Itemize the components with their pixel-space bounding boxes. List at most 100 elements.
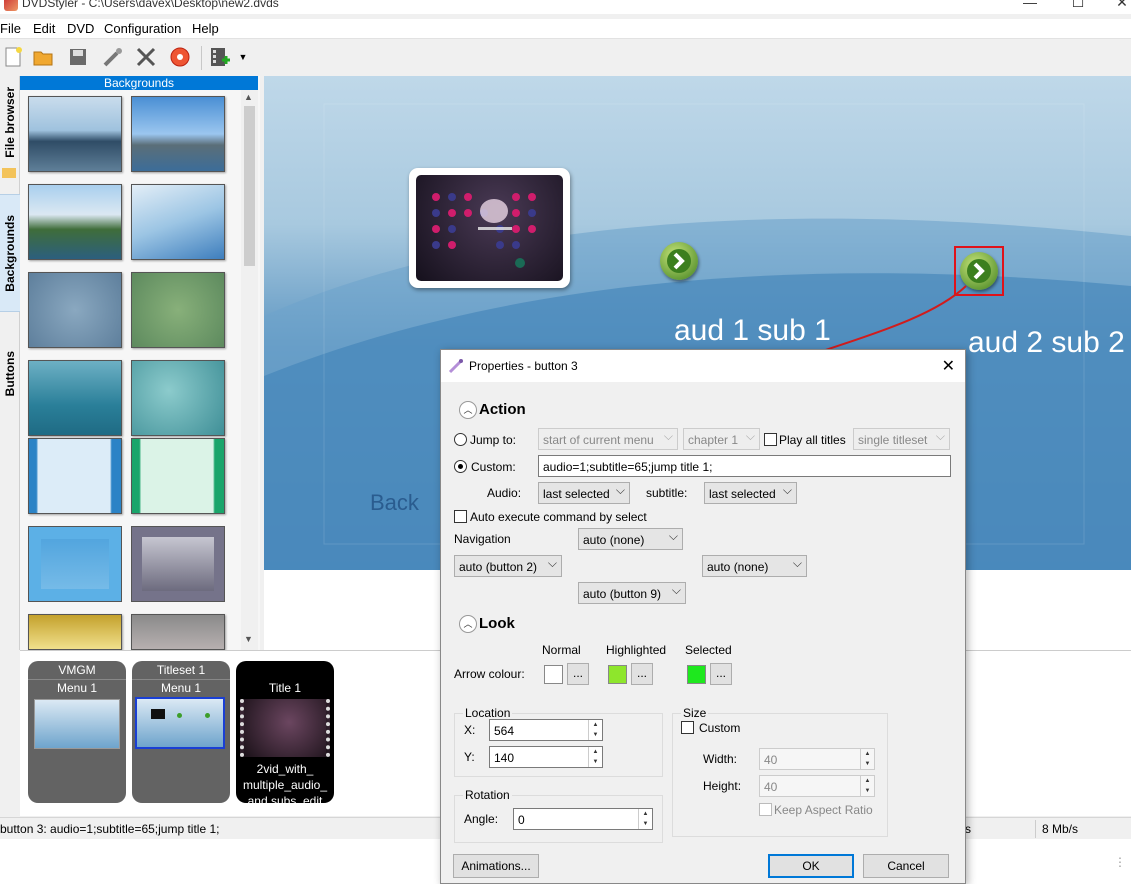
spin-up-icon[interactable]: ▲ (860, 749, 874, 759)
title-video-button[interactable] (409, 168, 570, 288)
burn-icon[interactable] (100, 44, 126, 70)
scrollbar-thumb[interactable] (244, 106, 255, 266)
spin-up-icon[interactable]: ▲ (588, 720, 602, 730)
collapse-look-icon[interactable]: ︿ (459, 615, 477, 633)
audio-select[interactable]: last selected (538, 482, 630, 504)
titleset-menu-thumbnail[interactable] (135, 697, 225, 749)
keep-aspect-checkbox[interactable] (759, 803, 772, 816)
nav-down-select[interactable]: auto (button 9) (578, 582, 686, 604)
titleset-mode-select[interactable]: single titleset (853, 428, 950, 450)
maximize-button[interactable]: ☐ (1068, 0, 1088, 11)
collapse-action-icon[interactable]: ︿ (459, 401, 477, 419)
background-thumbnail[interactable] (28, 96, 122, 172)
scroll-down-icon[interactable]: ▼ (244, 634, 253, 644)
menu-edit[interactable]: Edit (33, 21, 55, 36)
nav-left-select[interactable]: auto (button 2) (454, 555, 562, 577)
vmgm-group: VMGM Menu 1 (28, 661, 126, 803)
menu-dvd[interactable]: DVD (67, 21, 94, 36)
custom-radio[interactable] (454, 460, 467, 473)
custom-command-input[interactable]: audio=1;subtitle=65;jump title 1; (538, 455, 951, 477)
selected-colour-button[interactable]: ... (710, 663, 732, 685)
chevron-right-icon (667, 249, 691, 273)
toolbar-separator (201, 46, 202, 70)
title-bar: DVDStyler - C:\Users\davex\Desktop\new2.… (0, 0, 1131, 14)
width-spinner[interactable]: 40 ▲ ▼ (759, 748, 875, 770)
spin-down-icon[interactable]: ▼ (860, 759, 874, 769)
size-custom-checkbox[interactable] (681, 721, 694, 734)
menu-help[interactable]: Help (192, 21, 219, 36)
add-video-icon[interactable] (209, 44, 235, 70)
arrow-button-2[interactable] (660, 242, 698, 280)
button-label-1[interactable]: aud 1 sub 1 (674, 314, 831, 348)
menu-file[interactable]: File (0, 21, 21, 36)
rotation-label: Rotation (463, 788, 512, 802)
save-icon[interactable] (65, 44, 91, 70)
new-icon[interactable] (0, 44, 26, 70)
background-thumbnail[interactable] (131, 184, 225, 260)
background-thumbnail[interactable] (28, 360, 122, 436)
tab-buttons[interactable]: Buttons (0, 338, 20, 410)
spin-up-icon[interactable]: ▲ (638, 809, 652, 819)
ok-button[interactable]: OK (768, 854, 854, 878)
settings-icon[interactable] (133, 44, 159, 70)
menu-configuration[interactable]: Configuration (104, 21, 181, 36)
disc-icon[interactable] (167, 44, 193, 70)
angle-spinner[interactable]: 0 ▲ ▼ (513, 808, 653, 830)
minimize-button[interactable]: — (1020, 0, 1040, 10)
spin-down-icon[interactable]: ▼ (860, 786, 874, 796)
play-all-titles-checkbox[interactable] (764, 433, 777, 446)
background-thumbnail[interactable] (131, 614, 225, 650)
background-thumbnail[interactable] (131, 360, 225, 436)
background-thumbnail[interactable] (131, 526, 225, 602)
backgrounds-panel: Backgrounds (20, 76, 260, 650)
size-custom-label: Custom (699, 721, 741, 735)
background-thumbnail[interactable] (28, 272, 122, 348)
arrow-button-3[interactable] (960, 252, 998, 290)
background-thumbnail[interactable] (28, 614, 122, 650)
background-thumbnail[interactable] (28, 184, 122, 260)
height-spinner[interactable]: 40 ▲ ▼ (759, 775, 875, 797)
tab-buttons-label: Buttons (3, 351, 17, 397)
angle-label: Angle: (464, 812, 499, 826)
normal-colour-button[interactable]: ... (567, 663, 589, 685)
open-icon[interactable] (30, 44, 56, 70)
animations-button[interactable]: Animations... (453, 854, 539, 878)
nav-up-select[interactable]: auto (none) (578, 528, 683, 550)
y-spinner[interactable]: 140 ▲ ▼ (489, 746, 603, 768)
spin-down-icon[interactable]: ▼ (638, 819, 652, 829)
back-button-label[interactable]: Back (370, 490, 419, 516)
background-thumbnail[interactable] (131, 96, 225, 172)
dialog-close-icon[interactable]: ✕ (942, 356, 955, 376)
background-thumbnail[interactable] (131, 438, 225, 514)
navigation-label: Navigation (454, 532, 511, 546)
jump-to-radio[interactable] (454, 433, 467, 446)
background-thumbnail[interactable] (131, 272, 225, 348)
backgrounds-scrollbar[interactable]: ▲ ▼ (241, 90, 258, 650)
background-thumbnail[interactable] (28, 438, 122, 514)
height-value: 40 (764, 780, 778, 794)
nav-right-select[interactable]: auto (none) (702, 555, 807, 577)
spin-down-icon[interactable]: ▼ (588, 730, 602, 740)
subtitle-select[interactable]: last selected (704, 482, 797, 504)
menu-bar: File Edit DVD Configuration Help (0, 19, 1131, 39)
background-thumbnail[interactable] (28, 526, 122, 602)
jump-target-select[interactable]: start of current menu (538, 428, 678, 450)
vmgm-menu-thumbnail[interactable] (34, 699, 120, 749)
titleset-label: Titleset 1 (156, 663, 206, 677)
dropdown-arrow-icon[interactable]: ▼ (236, 44, 250, 70)
scroll-up-icon[interactable]: ▲ (244, 92, 253, 102)
highlighted-colour-button[interactable]: ... (631, 663, 653, 685)
button-label-2[interactable]: aud 2 sub 2 (968, 326, 1125, 360)
auto-execute-checkbox[interactable] (454, 510, 467, 523)
cancel-button[interactable]: Cancel (863, 854, 949, 878)
resize-grip-icon[interactable]: ⋮⋮ (1114, 855, 1131, 869)
spin-down-icon[interactable]: ▼ (588, 757, 602, 767)
spin-up-icon[interactable]: ▲ (588, 747, 602, 757)
tab-file-browser[interactable]: File browser (0, 76, 20, 168)
title-group[interactable]: Title 1 2vid_with_ multiple_audio_ and s… (236, 661, 334, 808)
spin-up-icon[interactable]: ▲ (860, 776, 874, 786)
x-spinner[interactable]: 564 ▲ ▼ (489, 719, 603, 741)
close-window-button[interactable]: ✕ (1112, 0, 1131, 11)
tab-backgrounds[interactable]: Backgrounds (0, 194, 20, 312)
chapter-select[interactable]: chapter 1 (683, 428, 760, 450)
